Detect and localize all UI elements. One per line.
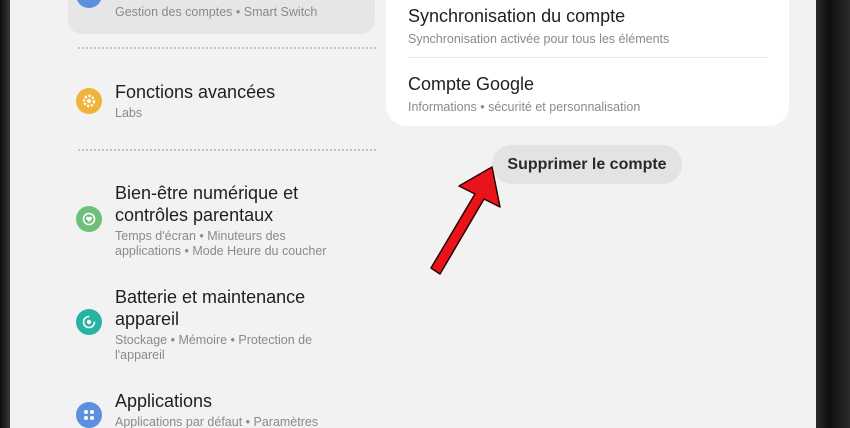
sidebar-item-accounts-sub: Gestion des comptes • Smart Switch [115, 5, 318, 19]
sidebar-item-title: Fonctions avancées [115, 82, 276, 102]
account-sync-title: Synchronisation du compte [408, 6, 626, 26]
divider [78, 149, 376, 151]
sidebar-item-digital-wellbeing[interactable]: Bien-être numérique et contrôles parenta… [115, 182, 355, 259]
sidebar-item-title: Batterie et maintenance appareil [115, 287, 306, 329]
settings-menu: Gestion des comptes • Smart Switch Fonct… [10, 0, 388, 428]
account-sync-sub: Synchronisation activée pour tous les él… [408, 32, 670, 46]
tablet-frame: Gestion des comptes • Smart Switch Fonct… [0, 0, 850, 428]
settings-screen: Gestion des comptes • Smart Switch Fonct… [10, 0, 816, 428]
heart-circle-icon [76, 206, 102, 232]
gear-icon [76, 88, 102, 114]
sidebar-item-advanced-features[interactable]: Fonctions avancées Labs [115, 81, 375, 121]
apps-grid-icon [76, 402, 102, 428]
device-bezel-left [0, 0, 10, 428]
divider [408, 57, 768, 58]
google-account-item[interactable]: Compte Google Informations • sécurité et… [408, 73, 768, 115]
sidebar-item-sub: Labs [115, 106, 143, 120]
sidebar-item-battery[interactable]: Batterie et maintenance appareil Stockag… [115, 286, 340, 363]
sidebar-item-applications[interactable]: Applications Applications par défaut • P… [115, 390, 375, 428]
google-account-title: Compte Google [408, 74, 535, 94]
delete-account-button[interactable]: Supprimer le compte [492, 145, 682, 184]
battery-care-icon [76, 309, 102, 335]
sidebar-item-sub: Stockage • Mémoire • Protection de l'app… [115, 333, 313, 362]
divider [78, 47, 376, 49]
sidebar-item-title: Applications [115, 391, 213, 411]
device-bezel-right [816, 0, 850, 428]
account-sync-item[interactable]: Synchronisation du compte Synchronisatio… [408, 5, 768, 47]
google-account-sub: Informations • sécurité et personnalisat… [408, 100, 641, 114]
annotation-arrow-icon [430, 166, 501, 275]
sidebar-item-sub: Applications par défaut • Paramètres [115, 415, 319, 428]
account-options-card: Synchronisation du compte Synchronisatio… [386, 0, 789, 126]
sidebar-item-sub: Temps d'écran • Minuteurs des applicatio… [115, 229, 327, 258]
sidebar-item-title: Bien-être numérique et contrôles parenta… [115, 183, 299, 225]
